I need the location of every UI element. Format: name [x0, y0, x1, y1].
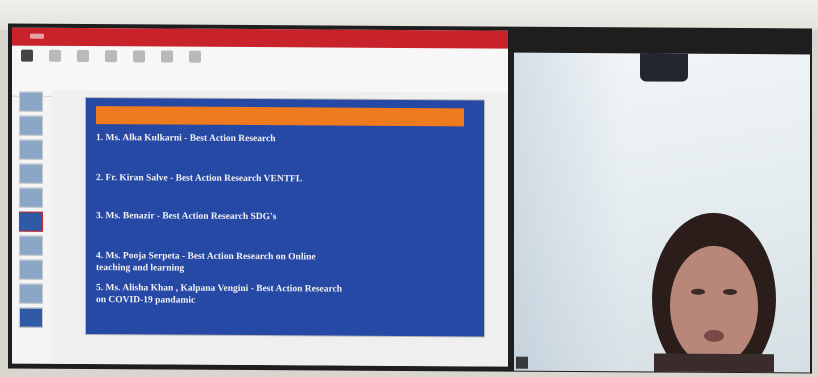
ppt-title-bar — [12, 27, 508, 49]
slide-thumbnail[interactable] — [19, 91, 43, 112]
slide-thumbnail-selected[interactable] — [19, 211, 43, 232]
award-line: 1. Ms. Alka Kulkarni - Best Action Resea… — [96, 133, 276, 145]
participant-video-tile[interactable] — [514, 52, 810, 373]
font-icon — [105, 50, 117, 63]
slide-header-bar — [96, 106, 464, 127]
slide-thumbnail[interactable] — [19, 187, 43, 208]
ribbon-shapes-button[interactable] — [158, 50, 176, 63]
participant-name-tag — [516, 356, 528, 369]
current-slide[interactable]: 1. Ms. Alka Kulkarni - Best Action Resea… — [86, 98, 484, 337]
quick-access-icon[interactable] — [30, 33, 44, 39]
slide-thumbnail[interactable] — [19, 115, 43, 136]
monitor-screen: 1. Ms. Alka Kulkarni - Best Action Resea… — [8, 23, 812, 374]
paragraph-icon — [133, 50, 145, 63]
slide-thumbnail[interactable] — [19, 163, 43, 184]
ribbon-paste-button[interactable] — [18, 49, 36, 62]
award-line: teaching and learning — [96, 263, 185, 274]
paste-icon — [21, 49, 33, 62]
shapes-icon — [161, 50, 173, 63]
award-line: on COVID-19 pandamic — [96, 295, 196, 306]
arrange-icon — [189, 50, 201, 63]
ribbon-new-slide-button[interactable] — [46, 49, 64, 62]
slide-editing-area: 1. Ms. Alka Kulkarni - Best Action Resea… — [52, 89, 508, 367]
slide-thumbnail-pane — [14, 91, 44, 360]
participant-figure — [652, 212, 776, 373]
ribbon-font-button[interactable] — [102, 50, 120, 63]
new-slide-icon — [49, 49, 61, 62]
ribbon-arrange-button[interactable] — [186, 50, 204, 63]
ribbon-paragraph-button[interactable] — [130, 50, 148, 63]
award-line: 3. Ms. Benazir - Best Action Research SD… — [96, 211, 277, 223]
slide-thumbnail[interactable] — [19, 307, 43, 328]
powerpoint-window: 1. Ms. Alka Kulkarni - Best Action Resea… — [12, 27, 508, 367]
award-line: 2. Fr. Kiran Salve - Best Action Researc… — [96, 173, 303, 185]
slide-thumbnail[interactable] — [19, 283, 43, 304]
ribbon-layout-button[interactable] — [74, 49, 92, 63]
slide-thumbnail[interactable] — [19, 259, 43, 280]
slide-thumbnail[interactable] — [19, 235, 43, 256]
layout-icon — [77, 49, 89, 63]
slide-thumbnail[interactable] — [19, 139, 43, 160]
